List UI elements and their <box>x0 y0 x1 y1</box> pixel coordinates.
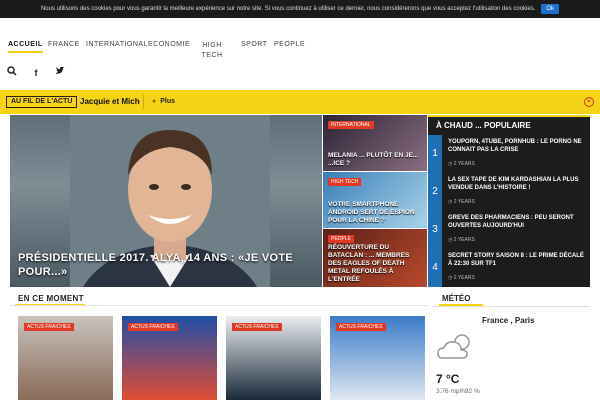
article-card[interactable]: PEOPLE RÉOUVERTURE DU BATACLAN : ... MEM… <box>323 229 427 287</box>
nav-item-sport[interactable]: SPORT <box>241 41 268 48</box>
weather-widget: MÉTÉO France , Paris 7 °C 3.76 mp/h92 % <box>432 290 590 400</box>
weather-temperature: 7 °C <box>436 372 460 386</box>
toolbar-icons: f <box>6 66 66 79</box>
twitter-icon[interactable] <box>54 66 66 78</box>
popular-title[interactable]: YOUPORN, 4TUBE, PORNHUB : LE PORNO NE CO… <box>448 138 584 154</box>
popular-meta: ◷ 2 YEARS <box>448 275 475 281</box>
nav-item-people[interactable]: PEOPLE <box>274 41 305 48</box>
category-tag[interactable]: HIGH TECH <box>328 178 362 186</box>
ticker-label: AU FIL DE L'ACTU <box>6 96 78 108</box>
popular-item[interactable]: 1 YOUPORN, 4TUBE, PORNHUB : LE PORNO NE … <box>428 135 590 173</box>
weather-wind-humidity: 3.76 mp/h92 % <box>436 388 480 395</box>
nav-item-france[interactable]: FRANCE <box>48 41 80 48</box>
clock-icon: ◷ <box>448 161 453 167</box>
article-title[interactable]: RÉOUVERTURE DU BATACLAN : ... MEMBRES DE… <box>328 244 424 284</box>
clock-icon: ◷ <box>448 237 453 243</box>
popular-rank: 4 <box>428 249 442 287</box>
dot-icon: ● <box>152 98 157 105</box>
popular-meta-label: 2 YEARS <box>453 199 475 205</box>
nav-item-economie[interactable]: ECONOMIE <box>148 41 190 48</box>
article-title[interactable]: VOTRE SMARTPHONE ANDROID SERT DE ESPION … <box>328 201 424 225</box>
category-tag[interactable]: PEOPLE <box>328 235 355 243</box>
weather-city: France , Paris <box>482 316 535 325</box>
clock-icon: ◷ <box>448 199 453 205</box>
weather-title: MÉTÉO <box>438 294 484 306</box>
popular-title[interactable]: GREVE DES PHARMACIENS : PEU SERONT OUVER… <box>448 214 584 230</box>
weather-divider <box>432 306 590 307</box>
popular-meta: ◷ 2 YEARS <box>448 199 475 205</box>
section-title: EN CE MOMENT <box>15 294 85 306</box>
category-tag[interactable]: ACTUS FRAICHES <box>128 323 178 331</box>
ticker-plus-label: Plus <box>160 98 176 105</box>
thumbnail-card[interactable]: ACTUS FRAICHES <box>18 316 113 400</box>
popular-meta: ◷ 2 YEARS <box>448 161 475 167</box>
article-title[interactable]: MELANIA ... PLUTÔT EN JE... ...ICE ? <box>328 152 424 168</box>
article-card[interactable]: HIGH TECH VOTRE SMARTPHONE ANDROID SERT … <box>323 172 427 228</box>
popular-heading: À CHAUD ... POPULAIRE <box>428 115 590 132</box>
category-tag[interactable]: ACTUS FRAICHES <box>336 323 386 331</box>
site-logo[interactable] <box>10 18 190 22</box>
nav-item-high-tech[interactable]: HIGH TECH <box>200 41 224 61</box>
popular-meta-label: 2 YEARS <box>453 275 475 281</box>
popular-meta: ◷ 2 YEARS <box>448 237 475 243</box>
search-icon[interactable] <box>6 66 18 79</box>
popular-meta-label: 2 YEARS <box>453 237 475 243</box>
hero-title[interactable]: PRÉSIDENTIELLE 2017. ALYA, 14 ANS : «JE … <box>18 251 318 279</box>
thumbnail-card[interactable]: ACTUS FRAICHES <box>226 316 321 400</box>
news-ticker: AU FIL DE L'ACTU Jacquie et Mich ● Plus ✕ <box>0 90 600 114</box>
thumbnail-card[interactable]: ACTUS FRAICHES <box>330 316 425 400</box>
nav-item-accueil[interactable]: ACCUEIL <box>8 41 43 53</box>
ticker-divider <box>143 95 144 109</box>
cookie-text: Nous utilisons des cookies pour vous gar… <box>40 6 536 12</box>
article-card[interactable]: INTERNATIONAL MELANIA ... PLUTÔT EN JE..… <box>323 115 427 171</box>
cookie-banner: Nous utilisons des cookies pour vous gar… <box>0 0 600 18</box>
nav-item-international[interactable]: INTERNATIONAL <box>86 41 148 48</box>
popular-rank: 2 <box>428 173 442 211</box>
popular-panel: À CHAUD ... POPULAIRE 1 YOUPORN, 4TUBE, … <box>428 115 590 287</box>
hero-article[interactable]: PRÉSIDENTIELLE 2017. ALYA, 14 ANS : «JE … <box>10 115 322 287</box>
popular-item[interactable]: 3 GREVE DES PHARMACIENS : PEU SERONT OUV… <box>428 211 590 249</box>
popular-title[interactable]: LA SEX TAPE DE KIM KARDASHIAN LA PLUS VE… <box>448 176 584 192</box>
category-tag[interactable]: ACTUS FRAICHES <box>24 323 74 331</box>
cloud-sun-icon <box>437 334 470 359</box>
clock-icon: ◷ <box>448 275 453 281</box>
ticker-headline[interactable]: Jacquie et Mich <box>80 96 140 108</box>
popular-item[interactable]: 4 SECRET STORY SAISON 8 : LE PRIME DÉCAL… <box>428 249 590 287</box>
popular-item[interactable]: 2 LA SEX TAPE DE KIM KARDASHIAN LA PLUS … <box>428 173 590 211</box>
category-tag[interactable]: INTERNATIONAL <box>328 121 374 129</box>
popular-rank: 3 <box>428 211 442 249</box>
cookie-ok-button[interactable]: Ok <box>541 4 560 14</box>
category-tag[interactable]: ACTUS FRAICHES <box>232 323 282 331</box>
section-divider <box>10 305 428 306</box>
ticker-plus-button[interactable]: ● Plus <box>152 96 175 108</box>
main-nav: ACCUEIL FRANCE INTERNATIONAL ECONOMIE HI… <box>0 38 600 68</box>
facebook-icon[interactable]: f <box>30 68 42 78</box>
popular-title[interactable]: SECRET STORY SAISON 8 : LE PRIME DÉCALÉ … <box>448 252 584 268</box>
popular-rank: 1 <box>428 135 442 173</box>
close-icon[interactable]: ✕ <box>584 97 594 107</box>
thumbnail-card[interactable]: ACTUS FRAICHES <box>122 316 217 400</box>
popular-meta-label: 2 YEARS <box>453 161 475 167</box>
